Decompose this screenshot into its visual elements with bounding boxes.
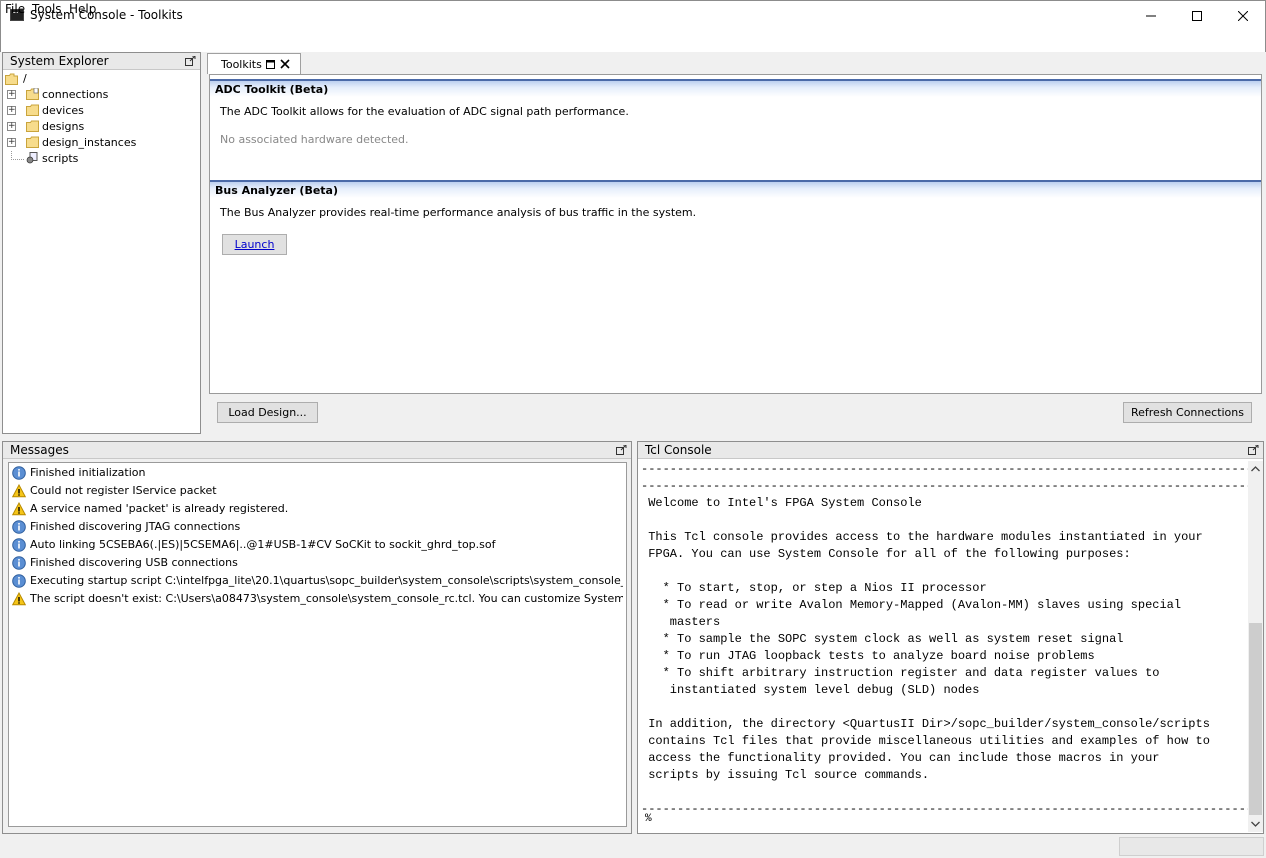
tree-item-label: design_instances bbox=[42, 136, 137, 149]
adc-toolkit-header: ADC Toolkit (Beta) bbox=[210, 79, 1261, 97]
message-row[interactable]: The script doesn't exist: C:\Users\a0847… bbox=[11, 590, 623, 608]
tree-root-label: / bbox=[23, 72, 27, 85]
tree-item-design-instances[interactable]: + design_instances bbox=[3, 135, 199, 151]
menu-help[interactable]: Help bbox=[69, 2, 96, 16]
folder-icon bbox=[26, 136, 39, 148]
maximize-icon bbox=[1192, 11, 1202, 21]
undock-icon[interactable] bbox=[616, 445, 627, 455]
tree-item-designs[interactable]: + designs bbox=[3, 119, 199, 135]
menu-file[interactable]: File bbox=[5, 2, 25, 16]
message-row[interactable]: Could not register IService packet bbox=[11, 482, 623, 500]
messages-title: Messages bbox=[10, 443, 69, 457]
expand-icon[interactable]: + bbox=[7, 106, 16, 115]
tree-item-label: designs bbox=[42, 120, 85, 133]
adc-toolkit-description: The ADC Toolkit allows for the evaluatio… bbox=[220, 105, 629, 118]
message-text: Executing startup script C:\intelfpga_li… bbox=[30, 574, 623, 587]
tree-root[interactable]: / bbox=[3, 71, 103, 87]
maximize-button[interactable] bbox=[1174, 0, 1220, 32]
message-row[interactable]: Finished discovering USB connections bbox=[11, 554, 623, 572]
folder-icon bbox=[26, 120, 39, 132]
minimize-button[interactable] bbox=[1128, 0, 1174, 32]
scroll-thumb[interactable] bbox=[1249, 623, 1262, 815]
info-icon bbox=[12, 538, 26, 552]
message-text: Finished discovering JTAG connections bbox=[30, 520, 241, 533]
tcl-console-text: ----------------------------------------… bbox=[641, 462, 1248, 816]
message-row[interactable]: Finished discovering JTAG connections bbox=[11, 518, 623, 536]
info-icon bbox=[12, 466, 26, 480]
system-explorer-header: System Explorer bbox=[3, 53, 200, 70]
script-icon bbox=[26, 152, 38, 164]
messages-panel: Messages Finished initialization Could n… bbox=[2, 441, 632, 834]
tcl-console-panel: Tcl Console ----------------------------… bbox=[637, 441, 1264, 834]
close-icon bbox=[1238, 11, 1248, 21]
messages-list[interactable]: Finished initialization Could not regist… bbox=[8, 462, 627, 827]
load-design-button[interactable]: Load Design... bbox=[217, 402, 318, 423]
folder-icon bbox=[26, 88, 39, 100]
message-row[interactable]: Executing startup script C:\intelfpga_li… bbox=[11, 572, 623, 590]
tree-item-label: devices bbox=[42, 104, 84, 117]
title-bar bbox=[0, 0, 1266, 32]
warning-icon bbox=[12, 484, 26, 498]
refresh-connections-button[interactable]: Refresh Connections bbox=[1123, 402, 1252, 423]
bus-analyzer-description: The Bus Analyzer provides real-time perf… bbox=[220, 206, 697, 219]
tree-item-devices[interactable]: + devices bbox=[3, 103, 199, 119]
messages-header: Messages bbox=[3, 442, 631, 459]
close-button[interactable] bbox=[1220, 0, 1266, 32]
tcl-console-output[interactable]: ----------------------------------------… bbox=[641, 461, 1248, 829]
system-explorer-panel: System Explorer / + connections + device… bbox=[2, 52, 201, 434]
scroll-up-icon[interactable] bbox=[1250, 464, 1261, 474]
message-text: The script doesn't exist: C:\Users\a0847… bbox=[30, 592, 623, 605]
expand-icon[interactable]: + bbox=[7, 122, 16, 131]
info-icon bbox=[12, 520, 26, 534]
tree-item-label: scripts bbox=[42, 152, 79, 165]
scroll-down-icon[interactable] bbox=[1250, 819, 1261, 829]
message-text: A service named 'packet' is already regi… bbox=[30, 502, 289, 515]
tcl-console-title: Tcl Console bbox=[645, 443, 712, 457]
bus-analyzer-header: Bus Analyzer (Beta) bbox=[210, 180, 1261, 198]
undock-icon[interactable] bbox=[1248, 445, 1259, 455]
folder-icon bbox=[26, 104, 39, 116]
info-icon bbox=[12, 574, 26, 588]
minimize-icon bbox=[1146, 15, 1156, 17]
system-explorer-title: System Explorer bbox=[10, 54, 109, 68]
tab-toolkits-label: Toolkits bbox=[221, 58, 262, 71]
tcl-scrollbar[interactable] bbox=[1248, 461, 1263, 832]
tab-toolkits[interactable]: Toolkits bbox=[207, 53, 301, 74]
status-bar-field bbox=[1119, 837, 1264, 856]
close-icon[interactable] bbox=[280, 59, 290, 69]
menu-tools[interactable]: Tools bbox=[32, 2, 62, 16]
warning-icon bbox=[12, 592, 26, 606]
undock-icon[interactable] bbox=[185, 56, 196, 66]
menu-bar bbox=[0, 32, 1266, 52]
folder-open-icon bbox=[5, 73, 18, 85]
message-row[interactable]: Auto linking 5CSEBA6(.|ES)|5CSEMA6|..@1#… bbox=[11, 536, 623, 554]
restore-icon[interactable] bbox=[266, 59, 276, 69]
tcl-prompt[interactable]: % bbox=[645, 813, 652, 825]
expand-icon[interactable]: + bbox=[7, 138, 16, 147]
info-icon bbox=[12, 556, 26, 570]
warning-icon bbox=[12, 502, 26, 516]
tcl-console-header: Tcl Console bbox=[638, 442, 1263, 459]
tree-item-connections[interactable]: + connections bbox=[3, 87, 199, 103]
message-row[interactable]: A service named 'packet' is already regi… bbox=[11, 500, 623, 518]
message-row[interactable]: Finished initialization bbox=[11, 464, 623, 482]
tree-item-label: connections bbox=[42, 88, 109, 101]
expand-icon[interactable]: + bbox=[7, 90, 16, 99]
adc-toolkit-status: No associated hardware detected. bbox=[220, 133, 409, 146]
tree-item-scripts[interactable]: scripts bbox=[3, 151, 199, 167]
tree-connector bbox=[11, 151, 25, 160]
message-text: Finished discovering USB connections bbox=[30, 556, 238, 569]
message-text: Finished initialization bbox=[30, 466, 146, 479]
message-text: Could not register IService packet bbox=[30, 484, 217, 497]
message-text: Auto linking 5CSEBA6(.|ES)|5CSEMA6|..@1#… bbox=[30, 538, 496, 551]
toolkits-content: ADC Toolkit (Beta) The ADC Toolkit allow… bbox=[209, 74, 1262, 394]
launch-button[interactable]: Launch bbox=[222, 234, 287, 255]
